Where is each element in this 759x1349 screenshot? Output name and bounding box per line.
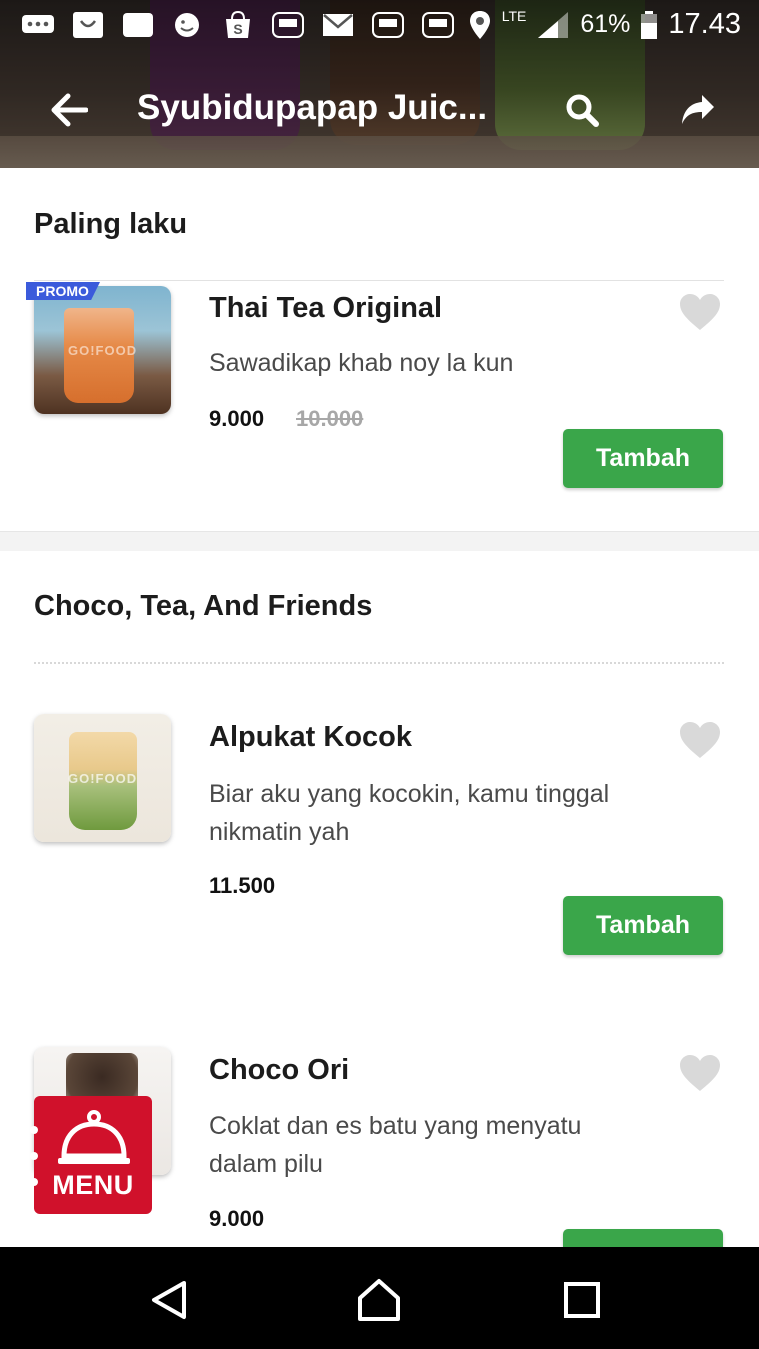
toraccino-icon — [270, 10, 306, 40]
image-watermark: GO!FOOD — [68, 343, 138, 358]
section-divider — [34, 280, 724, 281]
status-right: LTE 61% 17.43 — [468, 8, 741, 41]
toraccino-icon — [370, 10, 406, 40]
network-label: LTE — [501, 8, 527, 24]
section-divider — [34, 662, 724, 664]
item-name: Alpukat Kocok — [209, 721, 413, 753]
back-arrow-icon[interactable] — [44, 86, 94, 134]
chat-smile-icon — [170, 10, 206, 40]
section-title: Choco, Tea, And Friends — [34, 590, 373, 622]
fab-dot — [30, 1126, 38, 1134]
signal-icon — [538, 11, 569, 38]
back-triangle-icon[interactable] — [144, 1277, 194, 1323]
image-watermark: GO!FOOD — [68, 771, 138, 786]
status-bar: S LTE 61% 17.43 — [0, 0, 759, 52]
notification-icons: S — [20, 10, 456, 40]
menu-label: MENU — [52, 1170, 134, 1200]
favorite-heart-icon[interactable] — [678, 292, 722, 332]
section-title: Paling laku — [34, 208, 188, 240]
battery-icon — [641, 10, 658, 39]
item-price: 9.000 — [209, 406, 265, 431]
item-name: Choco Ori — [209, 1054, 350, 1086]
item-old-price: 10.000 — [296, 406, 364, 431]
fab-dot — [30, 1152, 38, 1160]
recents-square-icon[interactable] — [557, 1277, 607, 1323]
item-image[interactable]: GO!FOOD — [34, 714, 171, 842]
item-name: Thai Tea Original — [209, 292, 443, 324]
item-description: Biar aku yang kocokin, kamu tinggal nikm… — [209, 780, 610, 846]
favorite-heart-icon[interactable] — [678, 720, 722, 760]
svg-text:S: S — [233, 21, 242, 37]
shopee-box-icon — [70, 10, 106, 40]
promo-badge: PROMO — [26, 282, 100, 300]
item-price: 9.000 — [209, 1206, 265, 1231]
location-icon — [469, 10, 490, 39]
item-price: 11.500 — [209, 873, 276, 898]
gmail-icon — [320, 10, 356, 40]
restaurant-title: Syubidupapap Juic... — [137, 88, 488, 127]
share-icon[interactable] — [676, 88, 720, 132]
clock: 17.43 — [668, 8, 741, 40]
search-icon[interactable] — [560, 88, 604, 132]
header: S LTE 61% 17.43 Syubidupapap Juic... — [0, 0, 759, 168]
toraccino-icon — [420, 10, 456, 40]
menu-fab-button[interactable]: MENU — [30, 1096, 152, 1214]
add-button[interactable]: Tambah — [563, 429, 723, 488]
messages-icon — [20, 10, 56, 40]
android-nav-bar — [0, 1247, 759, 1349]
section-separator — [0, 531, 759, 551]
toolbar: Syubidupapap Juic... — [0, 70, 759, 150]
item-description: Sawadikap khab noy la kun — [209, 349, 514, 377]
item-image[interactable]: GO!FOOD — [34, 286, 171, 414]
favorite-heart-icon[interactable] — [678, 1053, 722, 1093]
cloche-icon — [58, 1110, 130, 1164]
chat-icon — [120, 10, 156, 40]
add-button[interactable]: Tambah — [563, 896, 723, 955]
item-description: Coklat dan es batu yang menyatu dalam pi… — [209, 1112, 582, 1178]
battery-percent: 61% — [580, 10, 631, 38]
home-icon[interactable] — [354, 1277, 404, 1323]
shop-bag-icon: S — [220, 10, 256, 40]
